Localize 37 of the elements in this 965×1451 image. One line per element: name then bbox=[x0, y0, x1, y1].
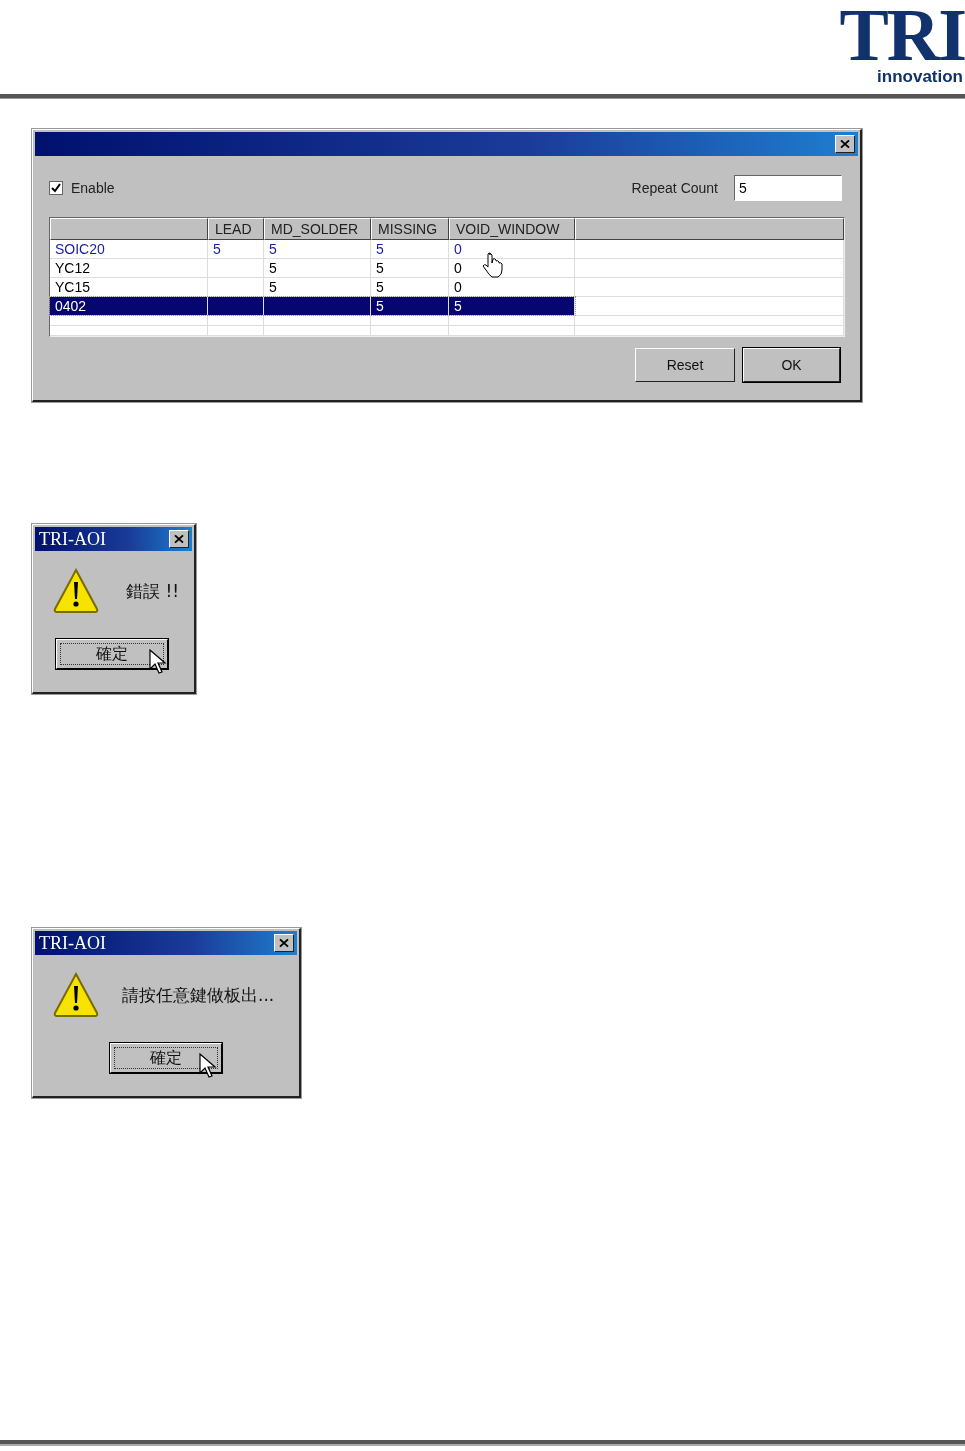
column-header: VOID_WINDOW bbox=[449, 218, 575, 240]
table-cell: 5 bbox=[371, 297, 449, 315]
warning-icon bbox=[52, 971, 100, 1019]
message-text: 錯誤 !! bbox=[126, 579, 180, 603]
logo-tagline: innovation bbox=[877, 68, 963, 86]
table-cell: 0402 bbox=[50, 297, 208, 315]
message-text: 請按任意鍵做板出... bbox=[122, 983, 275, 1007]
table-cell: YC12 bbox=[50, 259, 208, 277]
dialog-button[interactable]: OK bbox=[743, 348, 840, 382]
checkbox-label: Enable bbox=[71, 180, 115, 196]
close-button[interactable] bbox=[274, 934, 294, 952]
field-label: Repeat Count bbox=[631, 180, 718, 196]
hand-cursor-icon bbox=[482, 252, 506, 281]
table-cell: 5 bbox=[449, 297, 575, 315]
table-cell: 5 bbox=[208, 240, 264, 258]
table-cell: 5 bbox=[371, 259, 449, 277]
window-title: TRI-AOI bbox=[39, 528, 106, 550]
enable-checkbox[interactable] bbox=[49, 181, 63, 195]
ok-button[interactable]: 確定 bbox=[56, 639, 168, 669]
ok-button[interactable]: 確定 bbox=[110, 1043, 222, 1073]
close-button[interactable] bbox=[169, 530, 189, 548]
table-cell: 5 bbox=[264, 240, 371, 258]
column-header: LEAD bbox=[208, 218, 264, 240]
table-cell: 5 bbox=[264, 259, 371, 277]
pointer-cursor-icon bbox=[149, 649, 167, 675]
repeat-count-field[interactable]: 5 bbox=[734, 175, 842, 201]
dialog-button[interactable]: Reset bbox=[635, 348, 735, 382]
column-header: MISSING bbox=[371, 218, 449, 240]
table-cell: SOIC20 bbox=[50, 240, 208, 258]
selected-row[interactable]: 0402 5 5 bbox=[50, 297, 575, 315]
column-header: MD_SOLDER bbox=[264, 218, 371, 240]
close-button[interactable] bbox=[835, 135, 855, 153]
logo-mark: TRI bbox=[839, 2, 965, 68]
warning-icon bbox=[52, 567, 100, 615]
table-cell: 5 bbox=[371, 240, 449, 258]
window-title: TRI-AOI bbox=[39, 932, 106, 954]
pointer-cursor-icon bbox=[199, 1053, 217, 1079]
